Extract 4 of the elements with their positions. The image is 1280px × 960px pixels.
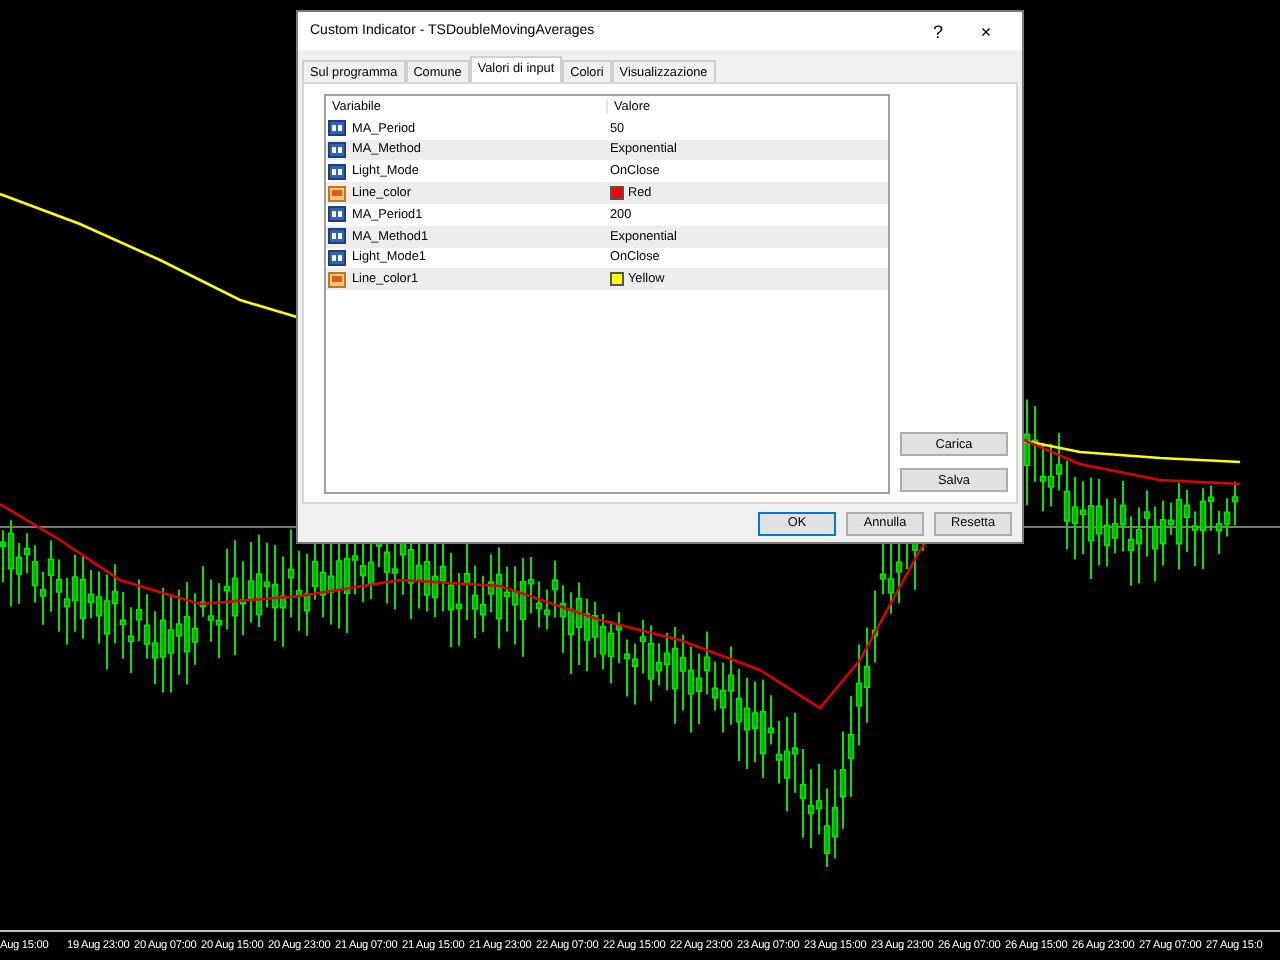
palette-icon	[328, 185, 346, 202]
close-button[interactable]: ×	[962, 21, 1010, 41]
help-button[interactable]: ?	[914, 21, 962, 41]
palette-icon	[328, 271, 346, 288]
